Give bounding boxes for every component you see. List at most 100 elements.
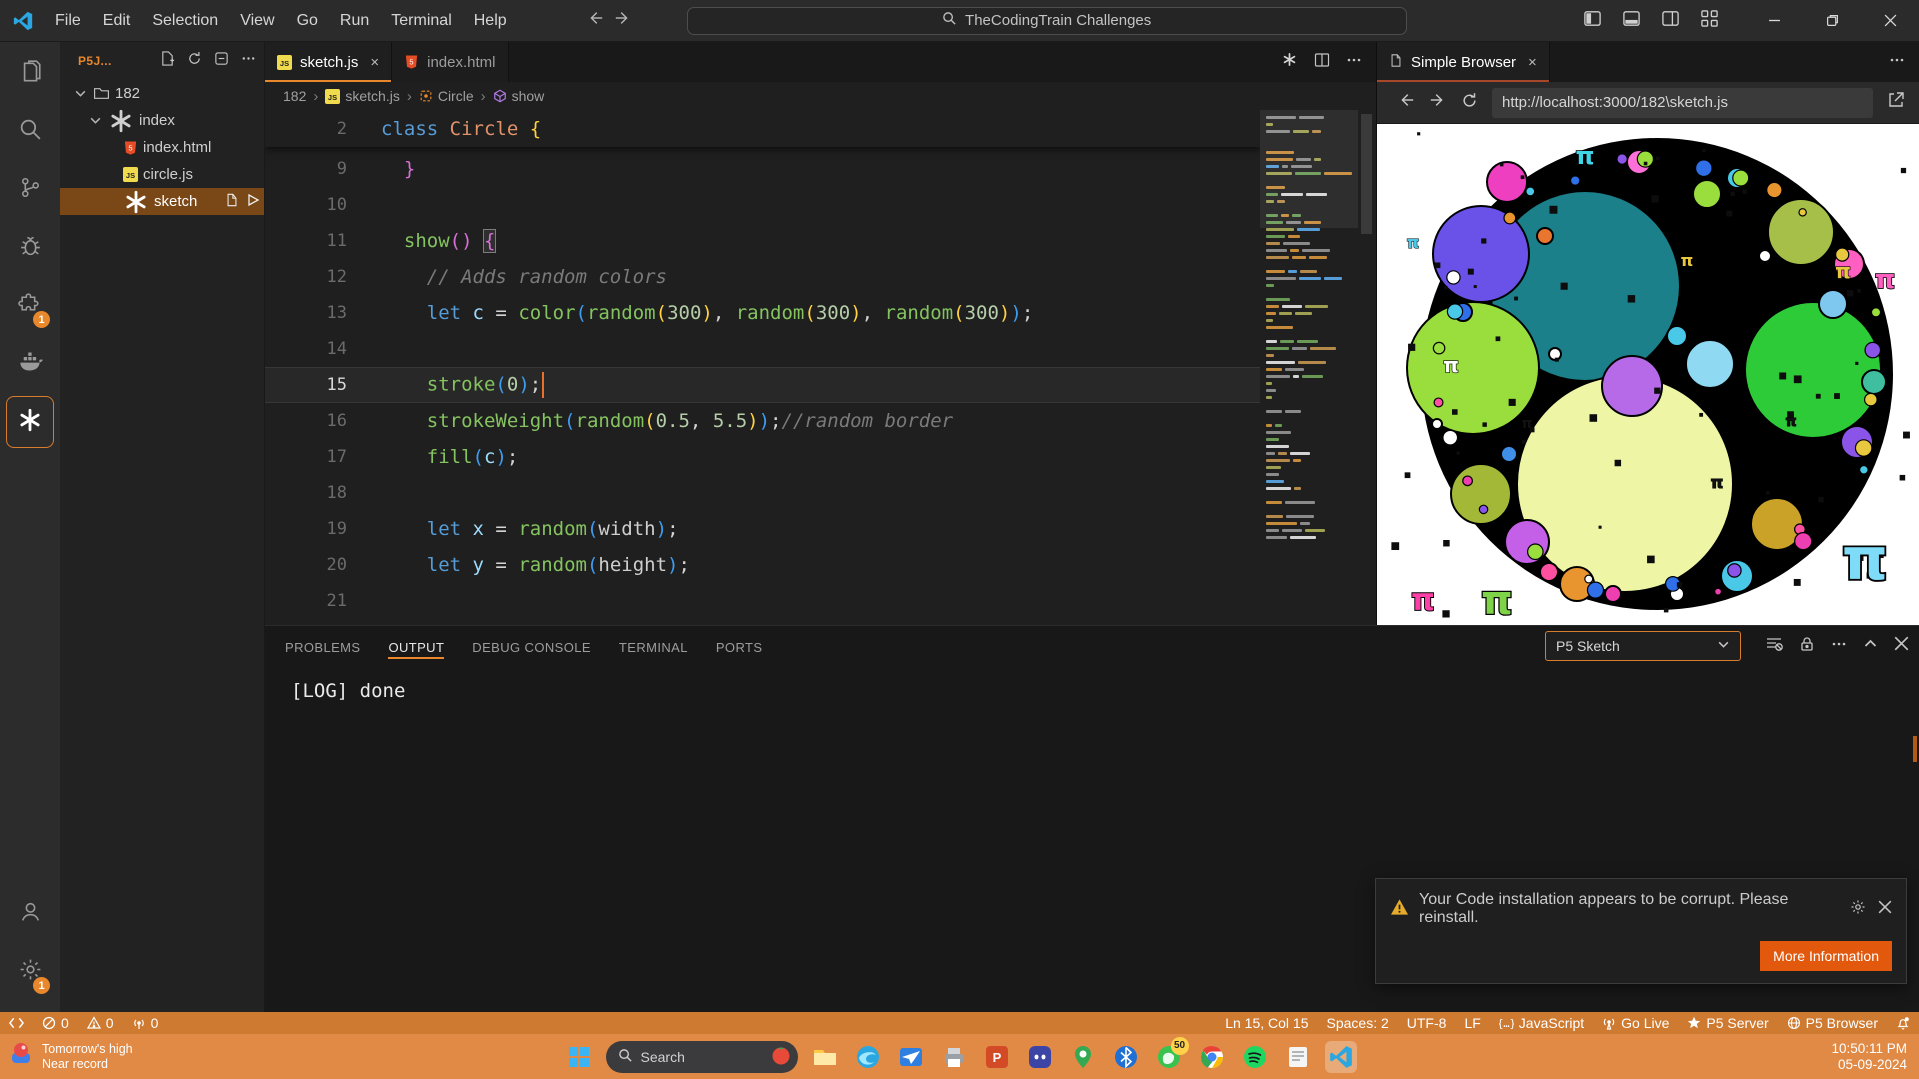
tab-simple-browser[interactable]: Simple Browser ×: [1377, 42, 1550, 82]
p5-run-icon[interactable]: [1281, 51, 1298, 73]
code-editor[interactable]: 2class Circle { 9 }1011 show() {12 // Ad…: [265, 110, 1376, 625]
code-line-10[interactable]: 10: [265, 187, 1260, 223]
menu-file[interactable]: File: [46, 8, 90, 34]
status-javascript[interactable]: {…}JavaScript: [1490, 1012, 1593, 1034]
activity-item-debug[interactable]: [6, 222, 54, 274]
code-line-17[interactable]: 17 fill(c);: [265, 439, 1260, 475]
taskbar-app-spotify[interactable]: [1239, 1041, 1271, 1073]
status-p5-server[interactable]: P5 Server: [1678, 1012, 1777, 1034]
code-line-18[interactable]: 18: [265, 475, 1260, 511]
code-line-21[interactable]: 21: [265, 583, 1260, 619]
panel-more-icon[interactable]: [1831, 636, 1847, 657]
activity-item-docker[interactable]: [6, 338, 54, 390]
editor-more-icon[interactable]: [1346, 52, 1362, 73]
tree-item-index[interactable]: index: [60, 107, 264, 134]
run-sketch-icon[interactable]: [246, 193, 260, 211]
status-bell[interactable]: [1887, 1012, 1919, 1034]
more-information-button[interactable]: More Information: [1760, 941, 1892, 971]
activity-item-search[interactable]: [6, 106, 54, 158]
restore-button[interactable]: [1803, 0, 1861, 41]
customize-layout-icon[interactable]: [1700, 9, 1719, 33]
maximize-panel-icon[interactable]: [1863, 636, 1878, 656]
panel-tab-ports[interactable]: PORTS: [716, 630, 763, 663]
status-p5-browser[interactable]: P5 Browser: [1778, 1012, 1887, 1034]
activity-item-source-control[interactable]: [6, 164, 54, 216]
clear-output-icon[interactable]: [1765, 635, 1783, 658]
status-go-live[interactable]: Go Live: [1593, 1012, 1678, 1034]
panel-tab-terminal[interactable]: TERMINAL: [619, 630, 688, 663]
forward-icon[interactable]: [614, 9, 632, 32]
taskbar-app-notes[interactable]: [1282, 1041, 1314, 1073]
activity-item-settings[interactable]: 1: [6, 946, 54, 998]
toggle-secondary-sidebar-icon[interactable]: [1661, 9, 1680, 33]
taskbar-app-discord[interactable]: [1024, 1041, 1056, 1073]
taskbar-app-bluetooth[interactable]: [1110, 1041, 1142, 1073]
taskbar-app-edge[interactable]: [852, 1041, 884, 1073]
taskbar-search[interactable]: Search: [606, 1041, 798, 1073]
tab-sketch-js[interactable]: JSsketch.js×: [265, 42, 392, 82]
panel-tab-problems[interactable]: PROBLEMS: [285, 630, 360, 663]
code-line-14[interactable]: 14: [265, 331, 1260, 367]
taskbar-app-mail[interactable]: [895, 1041, 927, 1073]
notification-settings-icon[interactable]: [1850, 899, 1866, 920]
tree-item-circle-js[interactable]: JScircle.js: [60, 161, 264, 188]
taskbar-app-vscode[interactable]: [1325, 1041, 1357, 1073]
panel-tab-debug-console[interactable]: DEBUG CONSOLE: [472, 630, 591, 663]
panel-tab-output[interactable]: OUTPUT: [388, 630, 444, 663]
weather-widget[interactable]: Tomorrow's high Near record: [0, 1041, 133, 1072]
output-channel-select[interactable]: P5 Sketch: [1545, 631, 1741, 661]
taskbar-app-printer[interactable]: [938, 1041, 970, 1073]
menu-terminal[interactable]: Terminal: [382, 8, 460, 34]
toggle-panel-icon[interactable]: [1622, 9, 1641, 33]
new-file-icon[interactable]: [160, 51, 175, 71]
minimize-button[interactable]: [1745, 0, 1803, 41]
status-0[interactable]: 0: [78, 1012, 123, 1034]
code-line-13[interactable]: 13 let c = color(random(300), random(300…: [265, 295, 1260, 331]
open-sketch-icon[interactable]: [225, 193, 239, 211]
status-remote[interactable]: [0, 1012, 33, 1034]
activity-item-accounts[interactable]: [6, 888, 54, 940]
status-spaces-2[interactable]: Spaces: 2: [1318, 1012, 1398, 1034]
back-icon[interactable]: [586, 9, 604, 32]
taskbar-app-powerpoint[interactable]: P: [981, 1041, 1013, 1073]
taskbar-app-maps[interactable]: [1067, 1041, 1099, 1073]
menu-go[interactable]: Go: [288, 8, 327, 34]
tree-item-182[interactable]: 182: [60, 80, 264, 107]
close-icon[interactable]: ×: [370, 54, 379, 71]
tab-index-html[interactable]: 5index.html: [392, 42, 508, 82]
more-actions-icon[interactable]: [241, 51, 256, 71]
tree-item-index-html[interactable]: 5index.html: [60, 134, 264, 161]
code-line-12[interactable]: 12 // Adds random colors: [265, 259, 1260, 295]
notification-close-icon[interactable]: [1878, 900, 1892, 919]
code-line-16[interactable]: 16 strokeWeight(random(0.5, 5.5));//rand…: [265, 403, 1260, 439]
minimap[interactable]: [1260, 110, 1358, 625]
breadcrumb-sketch-js[interactable]: JSsketch.js: [325, 88, 399, 104]
close-panel-icon[interactable]: [1894, 636, 1909, 656]
refresh-icon[interactable]: [187, 51, 202, 71]
activity-item-p5[interactable]: [6, 396, 54, 448]
code-line-11[interactable]: 11 show() {: [265, 223, 1260, 259]
browser-back-icon[interactable]: [1397, 91, 1415, 114]
browser-forward-icon[interactable]: [1429, 91, 1447, 114]
code-line-20[interactable]: 20 let y = random(height);: [265, 547, 1260, 583]
toggle-sidebar-icon[interactable]: [1583, 9, 1602, 33]
code-line-9[interactable]: 9 }: [265, 151, 1260, 187]
menu-selection[interactable]: Selection: [143, 8, 227, 34]
activity-item-explorer[interactable]: [6, 48, 54, 100]
tree-item-sketch[interactable]: sketch: [60, 188, 264, 215]
command-center-search[interactable]: TheCodingTrain Challenges: [687, 7, 1407, 35]
status-0[interactable]: 0: [123, 1012, 168, 1034]
browser-reload-icon[interactable]: [1461, 92, 1478, 114]
breadcrumb-Circle[interactable]: Circle: [419, 88, 474, 104]
panel-scrollbar[interactable]: [1913, 736, 1917, 762]
taskbar-app-file-explorer[interactable]: [809, 1041, 841, 1073]
activity-item-extensions[interactable]: 1: [6, 280, 54, 332]
menu-run[interactable]: Run: [331, 8, 378, 34]
open-external-icon[interactable]: [1887, 91, 1905, 114]
browser-more-icon[interactable]: [1889, 52, 1905, 73]
menu-edit[interactable]: Edit: [94, 8, 140, 34]
menu-help[interactable]: Help: [465, 8, 516, 34]
status-utf-8[interactable]: UTF-8: [1398, 1012, 1456, 1034]
code-line-15[interactable]: 15 stroke(0);: [265, 367, 1260, 403]
close-icon[interactable]: ×: [1528, 54, 1537, 71]
